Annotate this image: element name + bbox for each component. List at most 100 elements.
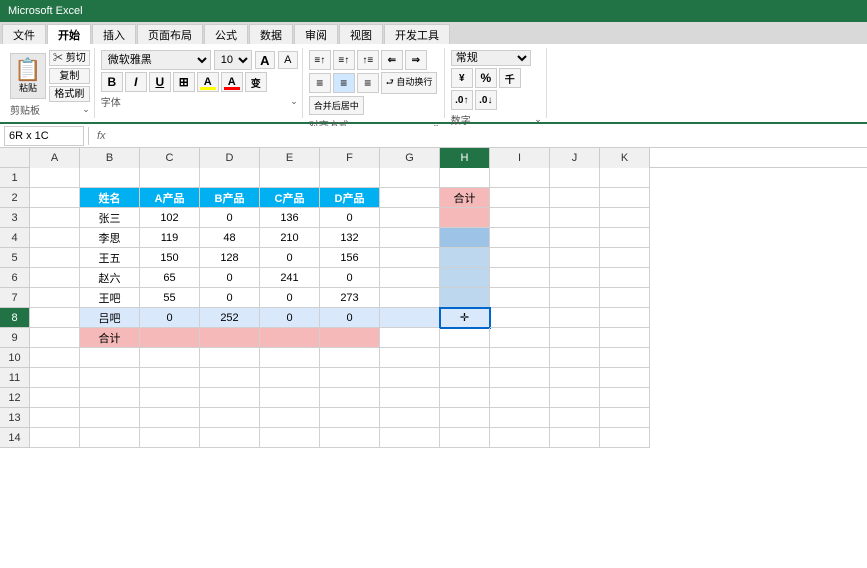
cell-f11[interactable] [320,368,380,388]
cell-b12[interactable] [80,388,140,408]
row-header-11[interactable]: 11 [0,368,30,388]
cell-g13[interactable] [380,408,440,428]
italic-button[interactable]: I [125,72,147,92]
copy-button[interactable]: 复制 [49,68,90,84]
cell-c13[interactable] [140,408,200,428]
cell-h9[interactable] [440,328,490,348]
cell-g6[interactable] [380,268,440,288]
cell-a8[interactable] [30,308,80,328]
cell-k12[interactable] [600,388,650,408]
cell-k4[interactable] [600,228,650,248]
cut-button[interactable]: ✂ 剪切 [49,50,90,66]
fill-color-button[interactable]: A [197,72,219,92]
cell-f14[interactable] [320,428,380,448]
cell-d9[interactable] [200,328,260,348]
cell-g14[interactable] [380,428,440,448]
cell-k11[interactable] [600,368,650,388]
cell-f2-header[interactable]: D产品 [320,188,380,208]
tab-view[interactable]: 视图 [339,24,383,44]
col-header-j[interactable]: J [550,148,600,168]
cell-e8[interactable]: 0 [260,308,320,328]
cell-h14[interactable] [440,428,490,448]
tab-file[interactable]: 文件 [2,24,46,44]
cell-k8[interactable] [600,308,650,328]
cell-c4[interactable]: 119 [140,228,200,248]
cell-g3[interactable] [380,208,440,228]
cell-i8[interactable] [490,308,550,328]
cell-j1[interactable] [550,168,600,188]
font-name-selector[interactable]: 微软雅黑 [101,50,211,70]
tab-developer[interactable]: 开发工具 [384,24,450,44]
cell-b4[interactable]: 李思 [80,228,140,248]
cell-j12[interactable] [550,388,600,408]
cell-j9[interactable] [550,328,600,348]
cell-c7[interactable]: 55 [140,288,200,308]
formula-input[interactable] [114,126,863,146]
cell-j3[interactable] [550,208,600,228]
cell-c1[interactable] [140,168,200,188]
row-header-7[interactable]: 7 [0,288,30,308]
col-header-i[interactable]: I [490,148,550,168]
cell-d12[interactable] [200,388,260,408]
cell-k9[interactable] [600,328,650,348]
cell-c5[interactable]: 150 [140,248,200,268]
cell-c2-header[interactable]: A产品 [140,188,200,208]
col-header-c[interactable]: C [140,148,200,168]
cell-a6[interactable] [30,268,80,288]
cell-d6[interactable]: 0 [200,268,260,288]
cell-f6[interactable]: 0 [320,268,380,288]
format-painter-button[interactable]: 格式刷 [49,86,90,102]
indent-decrease-button[interactable]: ⇐ [381,50,403,70]
cell-i6[interactable] [490,268,550,288]
cell-k5[interactable] [600,248,650,268]
cell-i10[interactable] [490,348,550,368]
cell-j2[interactable] [550,188,600,208]
font-color-button[interactable]: A [221,72,243,92]
cell-d4[interactable]: 48 [200,228,260,248]
number-expand[interactable]: ⌄ [534,114,542,125]
col-header-d[interactable]: D [200,148,260,168]
tab-data[interactable]: 数据 [249,24,293,44]
cell-e10[interactable] [260,348,320,368]
row-header-3[interactable]: 3 [0,208,30,228]
cell-g10[interactable] [380,348,440,368]
conditional-format-button[interactable]: 变 [245,72,267,92]
cell-c6[interactable]: 65 [140,268,200,288]
align-right-button[interactable]: ≡ [357,73,379,93]
cell-b13[interactable] [80,408,140,428]
cell-f7[interactable]: 273 [320,288,380,308]
cell-i12[interactable] [490,388,550,408]
decimal-decrease-button[interactable]: .0↓ [475,90,497,110]
cell-i1[interactable] [490,168,550,188]
row-header-10[interactable]: 10 [0,348,30,368]
cell-b2-header[interactable]: 姓名 [80,188,140,208]
cell-g9[interactable] [380,328,440,348]
cell-i13[interactable] [490,408,550,428]
row-header-8[interactable]: 8 [0,308,30,328]
col-header-g[interactable]: G [380,148,440,168]
row-header-9[interactable]: 9 [0,328,30,348]
cell-d7[interactable]: 0 [200,288,260,308]
row-header-14[interactable]: 14 [0,428,30,448]
cell-k6[interactable] [600,268,650,288]
cell-e9[interactable] [260,328,320,348]
cell-c8[interactable]: 0 [140,308,200,328]
cell-e14[interactable] [260,428,320,448]
cell-f13[interactable] [320,408,380,428]
cell-j8[interactable] [550,308,600,328]
cell-h10[interactable] [440,348,490,368]
cell-a11[interactable] [30,368,80,388]
cell-d5[interactable]: 128 [200,248,260,268]
cell-j6[interactable] [550,268,600,288]
tab-formula[interactable]: 公式 [204,24,248,44]
col-header-a[interactable]: A [30,148,80,168]
cell-c11[interactable] [140,368,200,388]
decimal-increase-button[interactable]: .0↑ [451,90,473,110]
col-header-b[interactable]: B [80,148,140,168]
clipboard-expand[interactable]: ⌄ [82,104,90,115]
cell-j14[interactable] [550,428,600,448]
cell-c10[interactable] [140,348,200,368]
cell-b6[interactable]: 赵六 [80,268,140,288]
row-header-6[interactable]: 6 [0,268,30,288]
cell-f10[interactable] [320,348,380,368]
